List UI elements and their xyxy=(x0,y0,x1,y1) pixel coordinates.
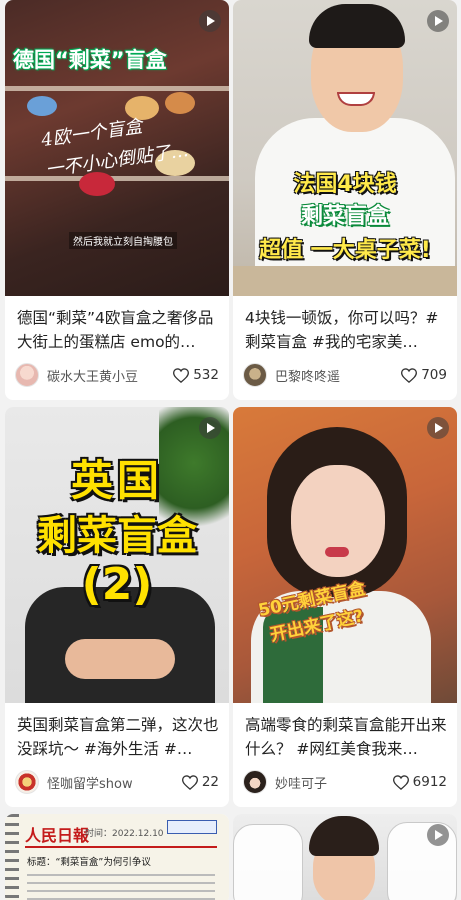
heart-outline-icon xyxy=(173,367,190,383)
heart-outline-icon xyxy=(401,367,418,383)
like-count: 532 xyxy=(193,367,219,383)
thumbnail-caption: 剩菜盲盒 xyxy=(300,204,389,229)
card-title[interactable]: 高端零食的剩菜盲盒能开出来什么？ #网红美食我来… xyxy=(233,703,457,761)
note-card[interactable]: 人民日報 时间：2022.12.10 标题：“剩菜盲盒”为何引争议 xyxy=(5,814,229,900)
newspaper-date: 时间：2022.12.10 xyxy=(85,829,164,839)
card-thumbnail[interactable]: 50元剩菜盲盒 开出来了这? xyxy=(233,407,457,703)
like-button[interactable]: 6912 xyxy=(392,774,447,790)
card-thumbnail[interactable]: 德国“剩菜”盲盒 4欧一个盲盒 一不小心倒贴了… 然后我就立刻自掏腰包 xyxy=(5,0,229,296)
card-meta: 怪咖留学show 22 xyxy=(15,769,219,795)
like-button[interactable]: 532 xyxy=(173,367,219,383)
note-card[interactable]: 50元剩菜盲盒 开出来了这? 高端零食的剩菜盲盒能开出来什么？ #网红美食我来…… xyxy=(233,407,457,807)
thumbnail-subtitle: 然后我就立刻自掏腰包 xyxy=(69,232,177,249)
newspaper-headline: 标题：“剩菜盲盒”为何引争议 xyxy=(27,857,151,868)
play-icon xyxy=(199,417,221,439)
card-meta: 巴黎咚咚遥 709 xyxy=(243,362,447,388)
like-button[interactable]: 709 xyxy=(401,367,447,383)
heart-outline-icon xyxy=(392,774,409,790)
card-meta: 碳水大王黄小豆 532 xyxy=(15,362,219,388)
feed-grid: 德国“剩菜”盲盒 4欧一个盲盒 一不小心倒贴了… 然后我就立刻自掏腰包 德国“剩… xyxy=(0,0,461,900)
thumbnail-caption: 超值 一大桌子菜! xyxy=(259,238,431,263)
card-title[interactable]: 德国“剩菜”4欧盲盒之奢侈品大街上的蛋糕店 emo的… xyxy=(5,296,229,354)
play-icon xyxy=(427,10,449,32)
card-title[interactable]: 4块钱一顿饭，你可以吗？#剩菜盲盒 #我的宅家美… xyxy=(233,296,457,354)
avatar[interactable] xyxy=(15,363,39,387)
card-thumbnail[interactable]: 人民日報 时间：2022.12.10 标题：“剩菜盲盒”为何引争议 xyxy=(5,814,229,900)
author-name[interactable]: 怪咖留学show xyxy=(47,773,182,792)
note-card[interactable]: 德国“剩菜”盲盒 4欧一个盲盒 一不小心倒贴了… 然后我就立刻自掏腰包 德国“剩… xyxy=(5,0,229,400)
play-icon xyxy=(427,824,449,846)
card-thumbnail[interactable] xyxy=(233,814,457,900)
avatar[interactable] xyxy=(15,770,39,794)
play-icon xyxy=(427,417,449,439)
card-title[interactable]: 英国剩菜盲盒第二弹，这次也没踩坑～ #海外生活 #… xyxy=(5,703,229,761)
thumbnail-headline: 德国“剩菜”盲盒 xyxy=(13,48,167,72)
newspaper-masthead: 人民日報 xyxy=(25,826,90,845)
note-card[interactable]: 法国4块钱 剩菜盲盒 超值 一大桌子菜! 4块钱一顿饭，你可以吗？#剩菜盲盒 #… xyxy=(233,0,457,400)
thumbnail-caption: 剩菜盲盒 xyxy=(37,513,197,559)
author-name[interactable]: 巴黎咚咚遥 xyxy=(275,366,401,385)
like-count: 22 xyxy=(201,774,219,790)
like-button[interactable]: 22 xyxy=(181,774,219,790)
note-card[interactable] xyxy=(233,814,457,900)
heart-outline-icon xyxy=(181,774,198,790)
thumbnail-caption: (2) xyxy=(81,559,153,610)
card-thumbnail[interactable]: 法国4块钱 剩菜盲盒 超值 一大桌子菜! xyxy=(233,0,457,296)
thumbnail-caption: 法国4块钱 xyxy=(293,172,397,197)
note-card[interactable]: 英国 剩菜盲盒 (2) 英国剩菜盲盒第二弹，这次也没踩坑～ #海外生活 #… 怪… xyxy=(5,407,229,807)
author-name[interactable]: 妙哇可子 xyxy=(275,773,393,792)
avatar[interactable] xyxy=(243,363,267,387)
play-icon xyxy=(199,10,221,32)
card-meta: 妙哇可子 6912 xyxy=(243,769,447,795)
card-thumbnail[interactable]: 英国 剩菜盲盒 (2) xyxy=(5,407,229,703)
author-name[interactable]: 碳水大王黄小豆 xyxy=(47,366,173,385)
like-count: 6912 xyxy=(412,774,447,790)
thumbnail-caption: 英国 xyxy=(70,456,163,505)
like-count: 709 xyxy=(421,367,447,383)
avatar[interactable] xyxy=(243,770,267,794)
